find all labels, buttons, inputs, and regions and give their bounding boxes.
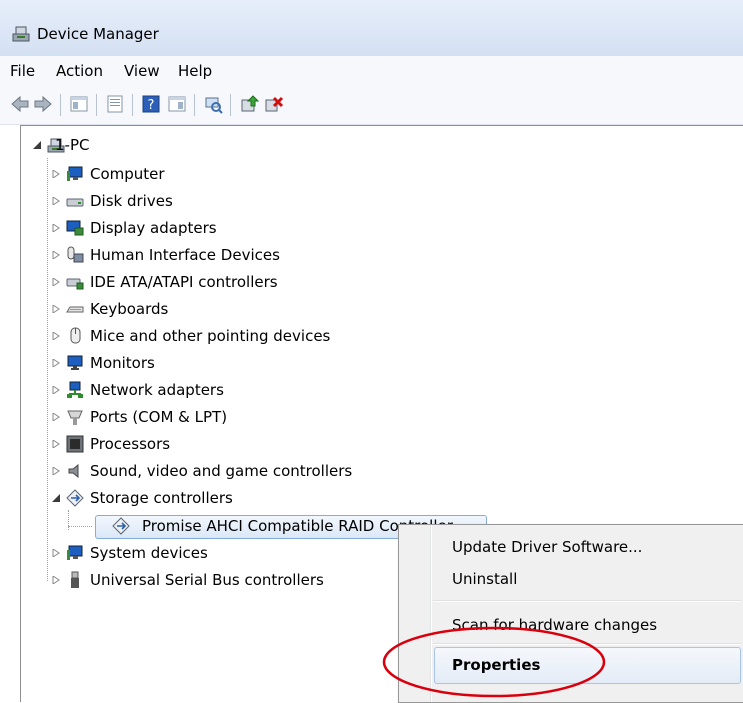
toolbar-separator <box>194 94 195 116</box>
tree-item-label: System devices <box>90 544 208 562</box>
mouse-icon <box>70 327 81 344</box>
scan-hardware-icon[interactable] <box>203 94 223 114</box>
tree-item-storage-controllers[interactable]: Storage controllers <box>52 488 372 508</box>
svg-text:?: ? <box>148 98 155 113</box>
tree-item-label: Storage controllers <box>90 489 233 507</box>
action-pane-icon[interactable] <box>167 94 187 114</box>
menu-bar: File Action View Help <box>0 56 743 86</box>
highlight-ellipse <box>382 626 606 698</box>
back-icon[interactable] <box>10 94 30 114</box>
tree-item-processors[interactable]: Processors <box>52 434 372 454</box>
menu-view[interactable]: View <box>124 62 160 80</box>
uninstall-icon[interactable] <box>264 94 284 114</box>
menu-item-update-driver[interactable]: Update Driver Software... <box>452 538 642 556</box>
tree-item-label: Display adapters <box>90 219 217 237</box>
title-bar: Device Manager <box>0 0 743 56</box>
hid-icon <box>67 246 84 263</box>
tree-item-usb-controllers[interactable]: Universal Serial Bus controllers <box>52 570 392 590</box>
expand-arrow-icon[interactable] <box>52 359 60 367</box>
toolbar-separator <box>96 94 97 116</box>
device-manager-icon <box>12 26 30 42</box>
tree-item-network-adapters[interactable]: Network adapters <box>52 380 372 400</box>
tree-item-human-interface-devices[interactable]: Human Interface Devices <box>52 245 372 265</box>
tree-item-label: IDE ATA/ATAPI controllers <box>90 273 278 291</box>
expand-arrow-icon[interactable] <box>52 278 60 286</box>
menu-item-uninstall[interactable]: Uninstall <box>452 570 517 588</box>
tree-item-ide-controllers[interactable]: IDE ATA/ATAPI controllers <box>52 272 372 292</box>
expand-arrow-icon[interactable] <box>52 440 60 448</box>
tree-item-label: Human Interface Devices <box>90 246 280 264</box>
menu-help[interactable]: Help <box>178 62 212 80</box>
tree-item-system-devices[interactable]: System devices <box>52 543 372 563</box>
tree-root-label: 1-PC <box>55 136 90 154</box>
disk-drive-icon <box>66 198 84 207</box>
tree-item-mice[interactable]: Mice and other pointing devices <box>52 326 392 346</box>
monitor-icon <box>67 355 83 370</box>
storage-controller-icon <box>112 517 130 535</box>
tree-item-disk-drives[interactable]: Disk drives <box>52 191 372 211</box>
expand-arrow-icon[interactable] <box>52 197 60 205</box>
toolbar: ? <box>0 86 743 125</box>
tree-item-label: Keyboards <box>90 300 169 318</box>
processor-icon <box>66 435 84 453</box>
expand-arrow-icon[interactable] <box>52 251 60 259</box>
expand-arrow-icon[interactable] <box>52 467 60 475</box>
storage-controller-icon <box>66 489 84 507</box>
tree-item-computer[interactable]: Computer <box>52 164 372 184</box>
update-driver-icon[interactable] <box>239 94 259 114</box>
toolbar-separator <box>230 94 231 116</box>
tree-item-display-adapters[interactable]: Display adapters <box>52 218 372 238</box>
menu-file[interactable]: File <box>10 62 35 80</box>
expand-arrow-icon[interactable] <box>52 386 60 394</box>
computer-icon <box>67 166 83 181</box>
forward-icon[interactable] <box>33 94 53 114</box>
speaker-icon <box>68 463 79 479</box>
help-icon[interactable]: ? <box>141 94 161 114</box>
expand-arrow-icon[interactable] <box>52 224 60 232</box>
tree-item-ports[interactable]: Ports (COM & LPT) <box>52 407 372 427</box>
keyboard-icon <box>66 306 84 313</box>
tree-connector <box>47 158 49 581</box>
expand-arrow-icon[interactable] <box>52 413 60 421</box>
tree-item-keyboards[interactable]: Keyboards <box>52 299 372 319</box>
tree-connector <box>68 526 92 528</box>
menu-action[interactable]: Action <box>56 62 103 80</box>
window-title: Device Manager <box>37 25 159 43</box>
tree-root-node[interactable]: 1-PC <box>33 135 233 155</box>
expand-arrow-icon[interactable] <box>52 576 60 584</box>
tree-item-label: Universal Serial Bus controllers <box>90 571 324 589</box>
tree-item-label: Ports (COM & LPT) <box>90 408 228 426</box>
toolbar-separator <box>132 94 133 116</box>
collapse-arrow-icon[interactable] <box>52 494 60 502</box>
toolbar-separator <box>60 94 61 116</box>
system-device-icon <box>67 545 83 560</box>
tree-item-label: Monitors <box>90 354 155 372</box>
expand-arrow-icon[interactable] <box>52 332 60 340</box>
tree-item-sound-video[interactable]: Sound, video and game controllers <box>52 461 412 481</box>
menu-separator <box>433 600 741 602</box>
expand-arrow-icon[interactable] <box>52 170 60 178</box>
tree-item-label: Network adapters <box>90 381 224 399</box>
tree-item-label: Mice and other pointing devices <box>90 327 331 345</box>
ide-controller-icon <box>66 278 84 290</box>
show-hide-tree-icon[interactable] <box>69 94 89 114</box>
display-adapter-icon <box>66 220 84 236</box>
expand-arrow-icon[interactable] <box>52 549 60 557</box>
tree-item-label: Computer <box>90 165 165 183</box>
tree-item-monitors[interactable]: Monitors <box>52 353 372 373</box>
expand-arrow-icon[interactable] <box>52 305 60 313</box>
usb-icon <box>71 571 79 588</box>
tree-item-label: Sound, video and game controllers <box>90 462 353 480</box>
properties-icon[interactable] <box>105 94 125 114</box>
port-icon <box>67 410 83 425</box>
tree-item-label: Processors <box>90 435 171 453</box>
tree-item-label: Disk drives <box>90 192 173 210</box>
network-adapter-icon <box>67 381 83 398</box>
collapse-arrow-icon[interactable] <box>33 141 41 149</box>
